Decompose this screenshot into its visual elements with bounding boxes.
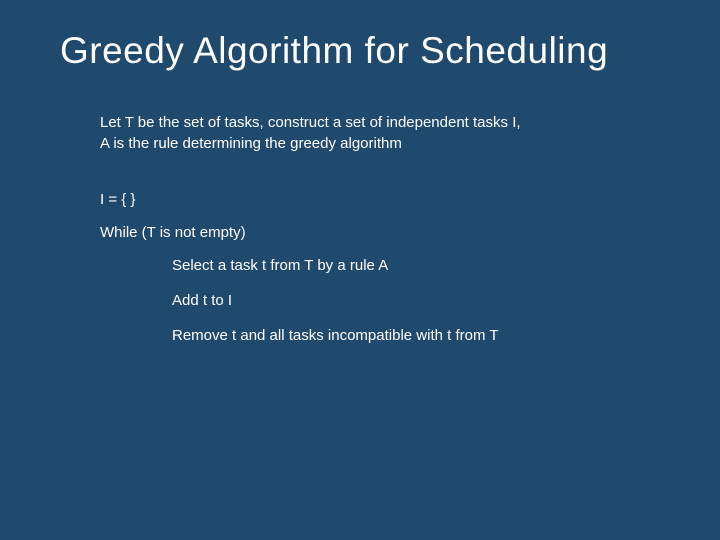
intro-line-1: Let T be the set of tasks, construct a s…: [100, 112, 660, 133]
algorithm-step-remove: Remove t and all tasks incompatible with…: [100, 325, 660, 346]
slide-title: Greedy Algorithm for Scheduling: [60, 30, 660, 72]
slide-content: Let T be the set of tasks, construct a s…: [60, 112, 660, 346]
algorithm-step-add: Add t to I: [100, 290, 660, 311]
algorithm-init: I = { }: [100, 189, 660, 210]
intro-line-2: A is the rule determining the greedy alg…: [100, 133, 660, 154]
intro-block: Let T be the set of tasks, construct a s…: [100, 112, 660, 154]
algorithm-step-select: Select a task t from T by a rule A: [100, 255, 660, 276]
algorithm-body: Select a task t from T by a rule A Add t…: [100, 255, 660, 346]
slide-container: Greedy Algorithm for Scheduling Let T be…: [0, 0, 720, 540]
algorithm-while: While (T is not empty): [100, 222, 660, 243]
